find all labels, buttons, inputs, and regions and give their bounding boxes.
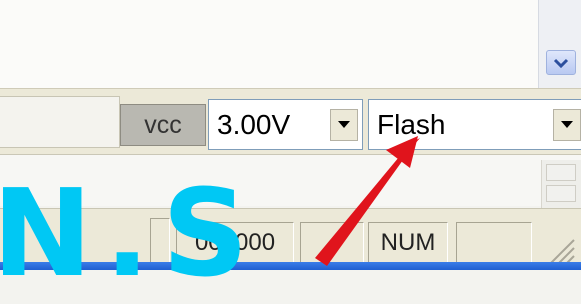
red-annotation-arrow [315,136,420,266]
